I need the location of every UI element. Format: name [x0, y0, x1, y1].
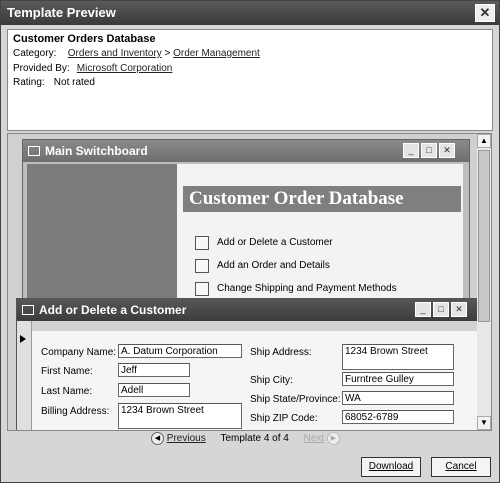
window-title: Template Preview	[7, 5, 116, 20]
next-arrow-icon: ▶	[326, 432, 340, 445]
ship-address-field: 1234 Brown Street	[342, 344, 454, 370]
template-info-panel: Customer Orders Database Category: Order…	[7, 29, 493, 131]
first-name-field: Jeff	[118, 363, 190, 377]
scroll-up-icon[interactable]: ▲	[477, 134, 491, 148]
switchboard-item-label: Change Shipping and Payment Methods	[217, 283, 397, 294]
switchboard-title-bar: Main Switchboard _ □ ✕	[23, 140, 469, 162]
ship-state-field: WA	[342, 391, 454, 405]
current-record-icon	[20, 335, 26, 343]
minimize-icon: _	[415, 302, 431, 317]
template-name: Customer Orders Database	[13, 33, 156, 45]
customer-form-title: Add or Delete a Customer	[39, 303, 187, 317]
category-link-orders-inventory[interactable]: Orders and Inventory	[68, 48, 162, 59]
form-icon	[28, 146, 40, 156]
rating-value: Not rated	[53, 77, 95, 88]
ship-state-label: Ship State/Province:	[250, 394, 341, 405]
billing-address-field: 1234 Brown Street	[118, 403, 242, 429]
preview-image-area[interactable]: Main Switchboard _ □ ✕ Customer Order Da…	[7, 133, 479, 431]
first-name-label: First Name:	[41, 366, 93, 377]
scroll-down-icon[interactable]: ▼	[477, 416, 491, 430]
switchboard-button	[195, 259, 209, 273]
close-button[interactable]: ✕	[475, 4, 495, 22]
minimize-icon: _	[403, 143, 419, 158]
switchboard-title: Main Switchboard	[45, 144, 148, 158]
ship-zip-label: Ship ZIP Code:	[250, 413, 318, 424]
last-name-label: Last Name:	[41, 386, 93, 397]
company-name-label: Company Name:	[41, 347, 117, 358]
next-link: Next	[303, 433, 325, 445]
download-button[interactable]: Download	[361, 457, 421, 477]
preview-scrollbar[interactable]: ▲ ▼	[477, 133, 492, 431]
template-preview-window: Template Preview ✕ Customer Orders Datab…	[0, 0, 500, 483]
previous-arrow-icon[interactable]: ◀	[151, 432, 164, 445]
maximize-icon: □	[433, 302, 449, 317]
ship-city-field: Furntree Gulley	[342, 372, 454, 386]
record-selector	[17, 321, 32, 430]
switchboard-banner: Customer Order Database	[183, 186, 461, 212]
category-label: Category:	[13, 48, 57, 59]
billing-address-label: Billing Address:	[41, 406, 110, 417]
template-navigation: ◀ Previous Template 4 of 4 Next ▶	[151, 432, 351, 448]
template-counter: Template 4 of 4	[220, 433, 289, 445]
close-icon: ✕	[439, 143, 455, 158]
category-link-order-management[interactable]: Order Management	[173, 48, 260, 59]
form-icon	[22, 305, 34, 315]
last-name-field: Adell	[118, 383, 190, 397]
company-name-field: A. Datum Corporation	[118, 344, 242, 358]
cancel-button[interactable]: Cancel	[431, 457, 491, 477]
ship-address-label: Ship Address:	[250, 347, 312, 358]
rating-label: Rating:	[13, 77, 45, 88]
customer-form-title-bar: Add or Delete a Customer _ □ ✕	[17, 299, 478, 321]
customer-form-window: Add or Delete a Customer _ □ ✕ Company N…	[16, 298, 478, 430]
ship-zip-field: 68052-6789	[342, 410, 454, 424]
previous-link[interactable]: Previous	[167, 433, 206, 444]
provider-link[interactable]: Microsoft Corporation	[77, 63, 173, 74]
switchboard-button	[195, 236, 209, 250]
close-icon: ✕	[451, 302, 467, 317]
ship-city-label: Ship City:	[250, 375, 293, 386]
maximize-icon: □	[421, 143, 437, 158]
customer-form-body: Company Name: A. Datum Corporation First…	[32, 331, 478, 430]
provider-row: Provided By: Microsoft Corporation	[13, 63, 172, 74]
switchboard-item-label: Add an Order and Details	[217, 260, 330, 271]
category-row: Category: Orders and Inventory > Order M…	[13, 48, 260, 59]
switchboard-button	[195, 282, 209, 296]
title-bar: Template Preview ✕	[1, 1, 499, 25]
provided-by-label: Provided By:	[13, 63, 70, 74]
rating-row: Rating: Not rated	[13, 77, 95, 88]
scroll-thumb[interactable]	[478, 150, 490, 322]
switchboard-item-label: Add or Delete a Customer	[217, 237, 333, 248]
breadcrumb-separator: >	[164, 48, 171, 59]
